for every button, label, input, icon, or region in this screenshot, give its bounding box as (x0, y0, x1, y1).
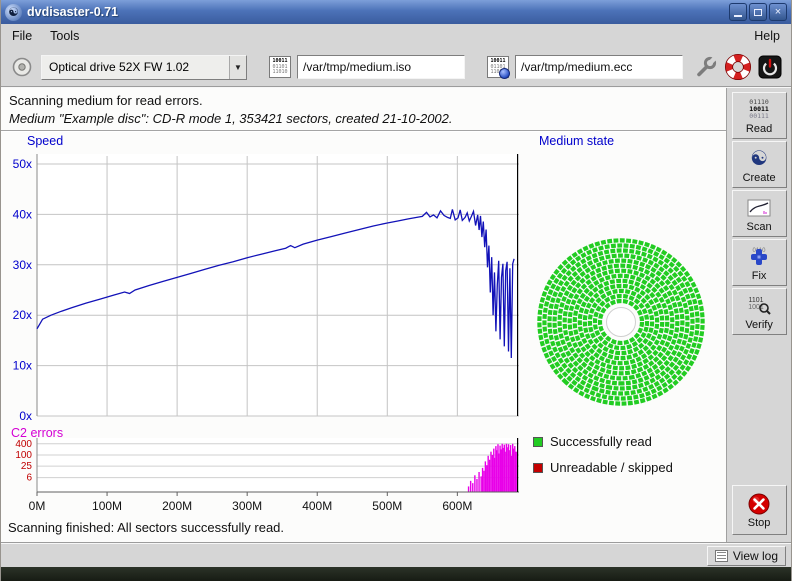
svg-text:40x: 40x (13, 207, 32, 221)
close-icon: × (775, 7, 781, 18)
iso-file-icon: 100110110111010 (269, 56, 291, 78)
view-log-button[interactable]: View log (707, 546, 786, 566)
chevron-down-icon: ▼ (229, 56, 246, 79)
svg-text:20x: 20x (13, 308, 32, 322)
bottom-bar: View log (1, 543, 791, 567)
medium-state-legend: Successfully read Unreadable / skipped (533, 434, 673, 486)
svg-text:25: 25 (21, 461, 33, 472)
preferences-button[interactable] (693, 54, 719, 80)
main-panel: Scanning medium for read errors. Medium … (1, 88, 726, 543)
medium-state-title: Medium state (539, 134, 614, 148)
menu-file[interactable]: File (3, 26, 41, 46)
scan-result-status: Scanning finished: All sectors successfu… (8, 520, 284, 535)
speed-title: Speed (27, 134, 63, 148)
create-button[interactable]: ☯ Create (732, 141, 787, 188)
svg-text:100: 100 (15, 450, 32, 461)
svg-text:600M: 600M (442, 499, 472, 513)
stop-x-icon (747, 491, 771, 517)
quit-button[interactable] (757, 54, 783, 80)
drive-icon (9, 54, 35, 80)
status-line-1: Scanning medium for read errors. (9, 93, 718, 108)
svg-text:400M: 400M (302, 499, 332, 513)
menu-help[interactable]: Help (745, 26, 789, 46)
toolbar: Optical drive 52X FW 1.02 ▼ 100110110111… (1, 48, 791, 86)
svg-text:200M: 200M (162, 499, 192, 513)
svg-text:100M: 100M (92, 499, 122, 513)
minimize-button[interactable] (729, 3, 747, 21)
binary-sector-icon: 01110 10011 00111 (749, 97, 769, 123)
svg-text:10x: 10x (13, 359, 32, 373)
lifesaver-icon (725, 54, 751, 80)
svg-text:1101: 1101 (749, 297, 764, 304)
menubar: File Tools Help (1, 24, 791, 48)
yin-yang-icon: ☯ (750, 146, 768, 172)
log-icon (715, 550, 728, 562)
iso-path-input[interactable] (297, 55, 465, 79)
wrench-icon (694, 55, 718, 79)
status-line-2: Medium "Example disc": CD-R mode 1, 3534… (9, 111, 718, 126)
svg-text:0M: 0M (29, 499, 46, 513)
mini-chart-icon (747, 195, 771, 221)
svg-text:500M: 500M (372, 499, 402, 513)
read-button[interactable]: 01110 10011 00111 Read (732, 92, 787, 139)
medium-state-disc (529, 230, 713, 414)
fix-button[interactable]: 0110 Fix (732, 239, 787, 286)
drive-select-value: Optical drive 52X FW 1.02 (42, 56, 229, 79)
legend-swatch-read (533, 437, 543, 447)
chart-region: Speed Medium state 0x10x20x30x40x50x C2 … (1, 132, 726, 543)
action-sidebar: 01110 10011 00111 Read ☯ Create (726, 88, 791, 543)
legend-swatch-unreadable (533, 463, 543, 473)
maximize-icon (754, 9, 762, 16)
minimize-icon (734, 15, 742, 17)
verify-button[interactable]: 1101 1001 Verify (732, 288, 787, 335)
ecc-file-icon: 100110110111010 (487, 56, 509, 78)
svg-text:0x: 0x (19, 409, 32, 423)
legend-item-read: Successfully read (533, 434, 673, 449)
c2-errors-chart: 400100256 0M 100M 200M 300M 400M 500M 600M (1, 438, 525, 522)
app-window: ☯ dvdisaster-0.71 × File Tools Help Opti… (0, 0, 792, 581)
scan-button[interactable]: Scan (732, 190, 787, 237)
drive-select[interactable]: Optical drive 52X FW 1.02 ▼ (41, 55, 247, 80)
ecc-path-input[interactable] (515, 55, 683, 79)
dvdisaster-logo-button[interactable] (725, 54, 751, 80)
svg-text:50x: 50x (13, 157, 32, 171)
menu-tools[interactable]: Tools (41, 26, 88, 46)
stop-button[interactable]: Stop (732, 485, 787, 535)
titlebar[interactable]: ☯ dvdisaster-0.71 × (1, 0, 791, 24)
svg-text:400: 400 (15, 439, 32, 450)
svg-text:6: 6 (26, 473, 32, 484)
close-button[interactable]: × (769, 3, 787, 21)
maximize-button[interactable] (749, 3, 767, 21)
legend-item-unreadable: Unreadable / skipped (533, 460, 673, 475)
window-title: dvdisaster-0.71 (27, 5, 118, 19)
svg-text:30x: 30x (13, 258, 32, 272)
speed-chart: 0x 10x 20x 30x 40x 50x (1, 148, 525, 424)
desktop-strip (1, 567, 791, 581)
app-icon: ☯ (5, 4, 22, 21)
power-icon (758, 55, 782, 79)
repair-cross-icon: 0110 (747, 244, 771, 270)
svg-text:300M: 300M (232, 499, 262, 513)
verify-magnifier-icon: 1101 1001 (746, 293, 772, 319)
